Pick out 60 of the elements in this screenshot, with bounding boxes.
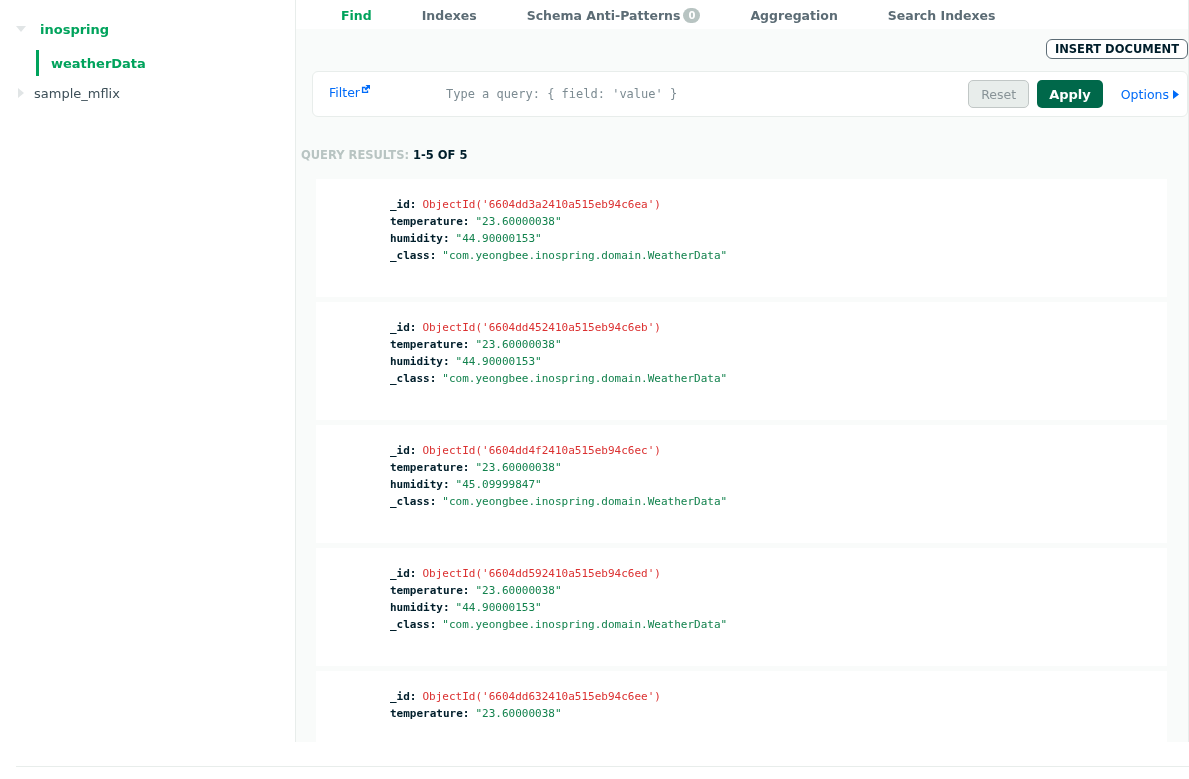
field-key: _id: [390,565,417,582]
field-value: "23.60000038" [475,337,562,353]
results-label: QUERY RESULTS: [301,148,409,162]
apply-button[interactable]: Apply [1037,80,1103,108]
external-link-icon [360,84,370,94]
field-value: "com.yeongbee.inospring.domain.WeatherData" [442,494,728,510]
field-key: humidity: [390,599,450,616]
filter-link[interactable]: Filter [329,84,444,100]
field-key: _class: [390,616,437,633]
field-key: _id: [390,442,417,459]
field-value: "com.yeongbee.inospring.domain.WeatherData" [442,617,728,633]
field-value: "44.90000153" [455,354,542,370]
caret-down-icon[interactable] [16,24,26,34]
tab[interactable]: Schema Anti-Patterns 0 [526,7,701,23]
tab[interactable]: Indexes [421,7,477,23]
results-count: 1-5 OF 5 [413,148,468,162]
caret-right-icon[interactable] [16,88,26,98]
field-value: ObjectId('6604dd4f2410a515eb94c6ec') [422,443,661,459]
database-name: sample_mflix [34,85,120,101]
tab[interactable]: Find [341,7,372,23]
tab[interactable]: Aggregation [750,7,838,23]
field-value: "23.60000038" [475,214,562,230]
field-value: "23.60000038" [475,460,562,476]
database-item[interactable]: inospring [0,18,295,40]
field-value: ObjectId('6604dd592410a515eb94c6ed') [422,566,661,582]
field-key: temperature: [390,213,470,230]
field-key: temperature: [390,705,470,722]
field-value: "45.09999847" [455,477,542,493]
insert-document-button[interactable]: INSERT DOCUMENT [1045,39,1188,59]
tab[interactable]: Search Indexes [887,7,996,23]
query-bar[interactable]: Filter Type a query: { field: 'value' } Reset Apply Options [312,71,1188,117]
field-value: ObjectId('6604dd632410a515eb94c6ee') [422,689,661,705]
field-value: ObjectId('6604dd452410a515eb94c6eb') [422,320,661,336]
field-value: "com.yeongbee.inospring.domain.WeatherData" [442,371,728,387]
field-value: "44.90000153" [455,600,542,616]
database-item[interactable]: sample_mflix [0,82,295,104]
field-value: "44.90000153" [455,231,542,247]
field-key: _class: [390,370,437,387]
field-key: temperature: [390,582,470,599]
field-value: "com.yeongbee.inospring.domain.WeatherData" [442,248,728,264]
field-value: "23.60000038" [475,583,562,599]
options-label: Options [1120,86,1169,102]
field-value: ObjectId('6604dd3a2410a515eb94c6ea') [422,197,661,213]
field-key: humidity: [390,230,450,247]
field-key: humidity: [390,353,450,370]
field-key: _id: [390,688,417,705]
field-key: _id: [390,319,417,336]
caret-right-icon [1173,89,1179,99]
filter-label: Filter [329,84,360,100]
options-link[interactable]: Options [1120,86,1179,102]
count-badge: 0 [683,7,701,23]
field-key: humidity: [390,476,450,493]
field-key: _id: [390,196,417,213]
database-name: inospring [40,21,110,37]
field-key: temperature: [390,336,470,353]
field-key: _class: [390,493,437,510]
query-input[interactable]: Type a query: { field: 'value' } [444,86,969,102]
field-key: temperature: [390,459,470,476]
field-value: "23.60000038" [475,706,562,722]
field-key: _class: [390,247,437,264]
